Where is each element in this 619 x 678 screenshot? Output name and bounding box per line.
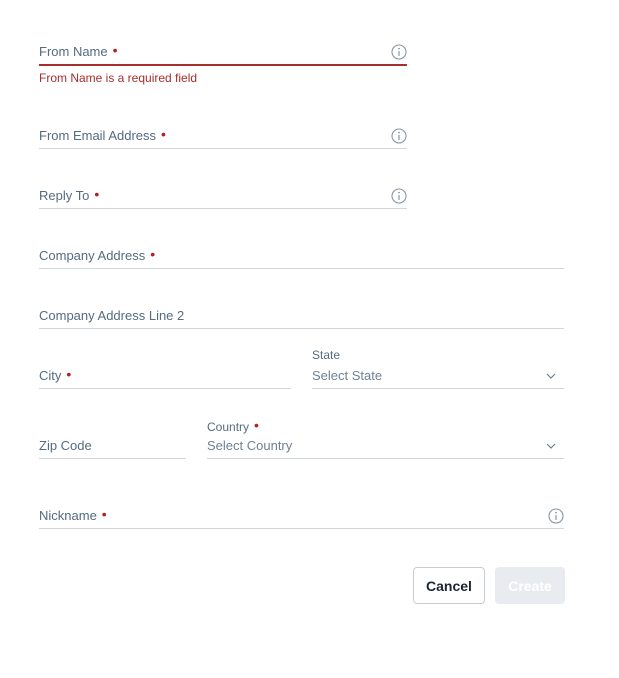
info-icon[interactable] bbox=[391, 44, 407, 60]
nickname-label: Nickname • bbox=[39, 506, 107, 523]
company-address-2-label: Company Address Line 2 bbox=[39, 308, 185, 323]
info-icon[interactable] bbox=[548, 508, 564, 524]
from-name-label: From Name • bbox=[39, 42, 118, 59]
reply-to-label: Reply To • bbox=[39, 186, 100, 203]
required-mark: • bbox=[94, 186, 100, 202]
company-address-2-field[interactable]: Company Address Line 2 bbox=[39, 298, 564, 329]
zip-code-label: Zip Code bbox=[39, 438, 92, 453]
from-name-field[interactable]: From Name • bbox=[39, 34, 407, 66]
cancel-button[interactable]: Cancel bbox=[413, 567, 485, 604]
city-field[interactable]: City • bbox=[39, 358, 291, 389]
nickname-field[interactable]: Nickname • bbox=[39, 498, 564, 529]
info-icon[interactable] bbox=[391, 128, 407, 144]
create-button[interactable]: Create bbox=[495, 567, 565, 604]
info-icon[interactable] bbox=[391, 188, 407, 204]
required-mark: • bbox=[161, 126, 166, 142]
reply-to-field[interactable]: Reply To • bbox=[39, 178, 407, 209]
country-select[interactable]: Select Country bbox=[207, 428, 564, 459]
company-address-label: Company Address • bbox=[39, 246, 156, 263]
required-mark: • bbox=[66, 366, 72, 382]
from-email-field[interactable]: From Email Address • bbox=[39, 118, 407, 149]
state-select-value: Select State bbox=[312, 368, 383, 383]
city-label: City • bbox=[39, 366, 72, 383]
chevron-down-icon bbox=[546, 443, 556, 449]
from-email-label: From Email Address • bbox=[39, 126, 166, 143]
required-mark: • bbox=[112, 42, 118, 58]
required-mark: • bbox=[101, 506, 107, 522]
country-select-value: Select Country bbox=[207, 438, 293, 453]
zip-code-field[interactable]: Zip Code bbox=[39, 428, 186, 459]
chevron-down-icon bbox=[546, 373, 556, 379]
from-name-error: From Name is a required field bbox=[39, 71, 198, 85]
state-select[interactable]: Select State bbox=[312, 358, 564, 389]
required-mark: • bbox=[150, 246, 156, 262]
company-address-field[interactable]: Company Address • bbox=[39, 238, 564, 269]
